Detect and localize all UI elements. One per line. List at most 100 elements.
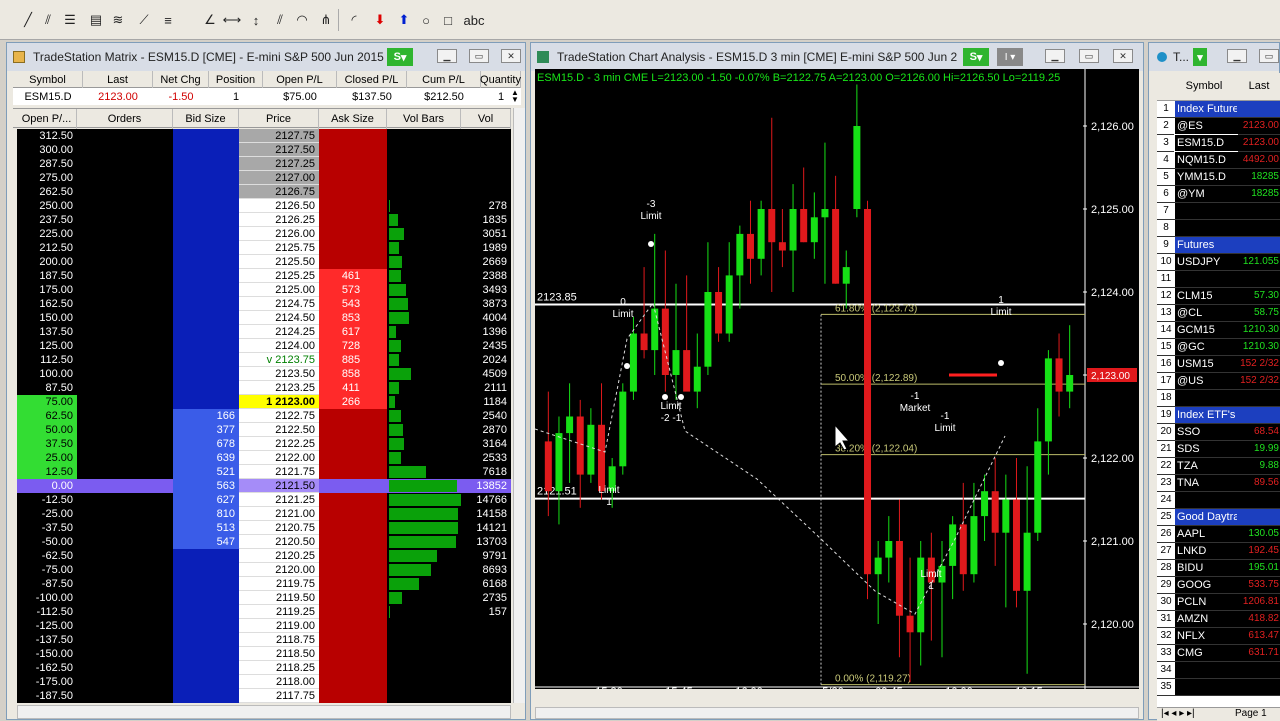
ask-size-cell[interactable]: 411 <box>319 381 387 395</box>
orders-cell[interactable] <box>77 535 173 549</box>
symbol-cell[interactable]: YMM15.D <box>1175 169 1237 185</box>
radar-row[interactable]: 21 SDS 19.99 <box>1157 441 1280 458</box>
ask-size-cell[interactable] <box>319 185 387 199</box>
radar-row[interactable]: 18 <box>1157 390 1280 407</box>
symbol-cell[interactable] <box>1175 203 1237 219</box>
table-row[interactable]: 237.50 2126.25 1835 <box>17 213 511 227</box>
radar-s-button[interactable]: ▾ <box>1193 48 1207 66</box>
bid-size-cell[interactable]: 810 <box>173 507 239 521</box>
table-row[interactable]: 25.00 639 2122.00 2533 <box>17 451 511 465</box>
ask-size-cell[interactable] <box>319 171 387 185</box>
price-cell[interactable]: 2118.25 <box>239 661 319 675</box>
symbol-cell[interactable]: AAPL <box>1175 526 1237 542</box>
radar-row[interactable]: 8 <box>1157 220 1280 237</box>
price-cell[interactable]: 2121.50 <box>239 479 319 493</box>
symbol-cell[interactable]: @GC <box>1175 339 1237 355</box>
radar-row[interactable]: 17 @US 152 2/32 <box>1157 373 1280 390</box>
radar-tab-bar[interactable]: |◂ ◂ ▸ ▸| Page 1 <box>1157 707 1280 721</box>
bid-size-cell[interactable] <box>173 185 239 199</box>
position-col-header[interactable]: Cum P/L <box>407 71 481 88</box>
ask-size-cell[interactable] <box>319 129 387 143</box>
radar-row[interactable]: 6 @YM 18285 <box>1157 186 1280 203</box>
price-cell[interactable]: 2125.00 <box>239 283 319 297</box>
ask-size-cell[interactable] <box>319 647 387 661</box>
table-row[interactable]: 175.00 2125.00 573 3493 <box>17 283 511 297</box>
ask-size-cell[interactable] <box>319 549 387 563</box>
orders-cell[interactable] <box>77 507 173 521</box>
bid-size-cell[interactable]: 563 <box>173 479 239 493</box>
chart-horizontal-scrollbar[interactable] <box>535 707 1139 719</box>
position-row[interactable]: ESM15.D 2123.00 -1.50 1 $75.00 $137.50 $212.50… <box>13 88 521 105</box>
radar-row[interactable]: 24 <box>1157 492 1280 509</box>
price-cell[interactable]: 2125.75 <box>239 241 319 255</box>
ask-size-cell[interactable] <box>319 591 387 605</box>
orders-cell[interactable] <box>77 647 173 661</box>
price-cell[interactable]: 2119.75 <box>239 577 319 591</box>
radar-row[interactable]: 2 @ES 2123.00 <box>1157 118 1280 135</box>
symbol-cell[interactable]: CLM15 <box>1175 288 1237 304</box>
ask-size-cell[interactable] <box>319 521 387 535</box>
ask-size-cell[interactable] <box>319 143 387 157</box>
orders-cell[interactable] <box>77 339 173 353</box>
position-col-header[interactable]: Position <box>209 71 263 88</box>
price-cell[interactable]: 2124.75 <box>239 297 319 311</box>
table-row[interactable]: 287.50 2127.25 <box>17 157 511 171</box>
bid-size-cell[interactable] <box>173 297 239 311</box>
bid-size-cell[interactable] <box>173 199 239 213</box>
table-row[interactable]: -187.50 2117.75 <box>17 689 511 703</box>
radar-row[interactable]: 23 TNA 89.56 <box>1157 475 1280 492</box>
orders-cell[interactable] <box>77 325 173 339</box>
orders-cell[interactable] <box>77 171 173 185</box>
ask-size-cell[interactable] <box>319 437 387 451</box>
orders-cell[interactable] <box>77 437 173 451</box>
radar-row[interactable]: 30 PCLN 1206.81 <box>1157 594 1280 611</box>
table-row[interactable]: -137.50 2118.75 <box>17 633 511 647</box>
ask-size-cell[interactable] <box>319 493 387 507</box>
maximize-button[interactable]: ▭ <box>1259 49 1279 63</box>
price-cell[interactable]: 2119.25 <box>239 605 319 619</box>
table-row[interactable]: -75.00 2120.00 8693 <box>17 563 511 577</box>
nav-arrows[interactable]: |◂ ◂ ▸ ▸| <box>1161 708 1195 719</box>
table-row[interactable]: -25.00 810 2121.00 14158 <box>17 507 511 521</box>
radar-row[interactable]: 34 <box>1157 662 1280 679</box>
bid-size-cell[interactable] <box>173 311 239 325</box>
orders-cell[interactable] <box>77 213 173 227</box>
symbol-cell[interactable]: USM15 <box>1175 356 1237 372</box>
radar-row[interactable]: 15 @GC 1210.30 <box>1157 339 1280 356</box>
price-cell[interactable]: 2119.00 <box>239 619 319 633</box>
fib-bars-icon[interactable]: ≡ <box>158 9 178 31</box>
rectangle-icon[interactable]: □ <box>438 9 458 31</box>
vol-bars-col-header[interactable]: Vol Bars <box>387 109 461 129</box>
matrix-s-button[interactable]: S ▾ <box>387 48 413 66</box>
gann-fan-icon[interactable]: ≋ <box>108 9 128 31</box>
orders-cell[interactable] <box>77 409 173 423</box>
bid-size-cell[interactable]: 639 <box>173 451 239 465</box>
orders-cell[interactable] <box>77 269 173 283</box>
price-cell[interactable]: 2124.25 <box>239 325 319 339</box>
channel-icon[interactable]: ⫽ <box>270 9 290 31</box>
radar-grid[interactable]: Symbol Last 1 Index Futures 2 @ES 2123.00 3 ESM1… <box>1157 73 1280 707</box>
orders-col-header[interactable]: Orders <box>77 109 173 129</box>
ask-size-col-header[interactable]: Ask Size <box>319 109 387 129</box>
bid-size-cell[interactable]: 521 <box>173 465 239 479</box>
table-row[interactable]: -62.50 2120.25 9791 <box>17 549 511 563</box>
table-row[interactable]: 150.00 2124.50 853 4004 <box>17 311 511 325</box>
close-button[interactable]: ✕ <box>1113 49 1133 63</box>
orders-cell[interactable] <box>77 493 173 507</box>
orders-cell[interactable] <box>77 199 173 213</box>
radar-row[interactable]: 28 BIDU 195.01 <box>1157 560 1280 577</box>
price-cell[interactable]: 1 2123.00 <box>239 395 319 409</box>
position-col-header[interactable]: Open P/L <box>263 71 337 88</box>
pitchfork-icon[interactable]: ⋔ <box>316 9 336 31</box>
table-row[interactable]: 37.50 678 2122.25 3164 <box>17 437 511 451</box>
radar-row[interactable]: 13 @CL 58.75 <box>1157 305 1280 322</box>
orders-cell[interactable] <box>77 353 173 367</box>
ask-size-cell[interactable] <box>319 409 387 423</box>
ask-size-cell[interactable] <box>319 563 387 577</box>
symbol-cell[interactable]: BIDU <box>1175 560 1237 576</box>
speed-lines-icon[interactable]: ⟋ <box>134 9 154 31</box>
ask-size-cell[interactable]: 266 <box>319 395 387 409</box>
chart-s-button[interactable]: S ▾ <box>963 48 989 66</box>
chart-title-bar[interactable]: TradeStation Chart Analysis - ESM15.D 3 … <box>531 43 1143 71</box>
price-cell[interactable]: 2119.50 <box>239 591 319 605</box>
